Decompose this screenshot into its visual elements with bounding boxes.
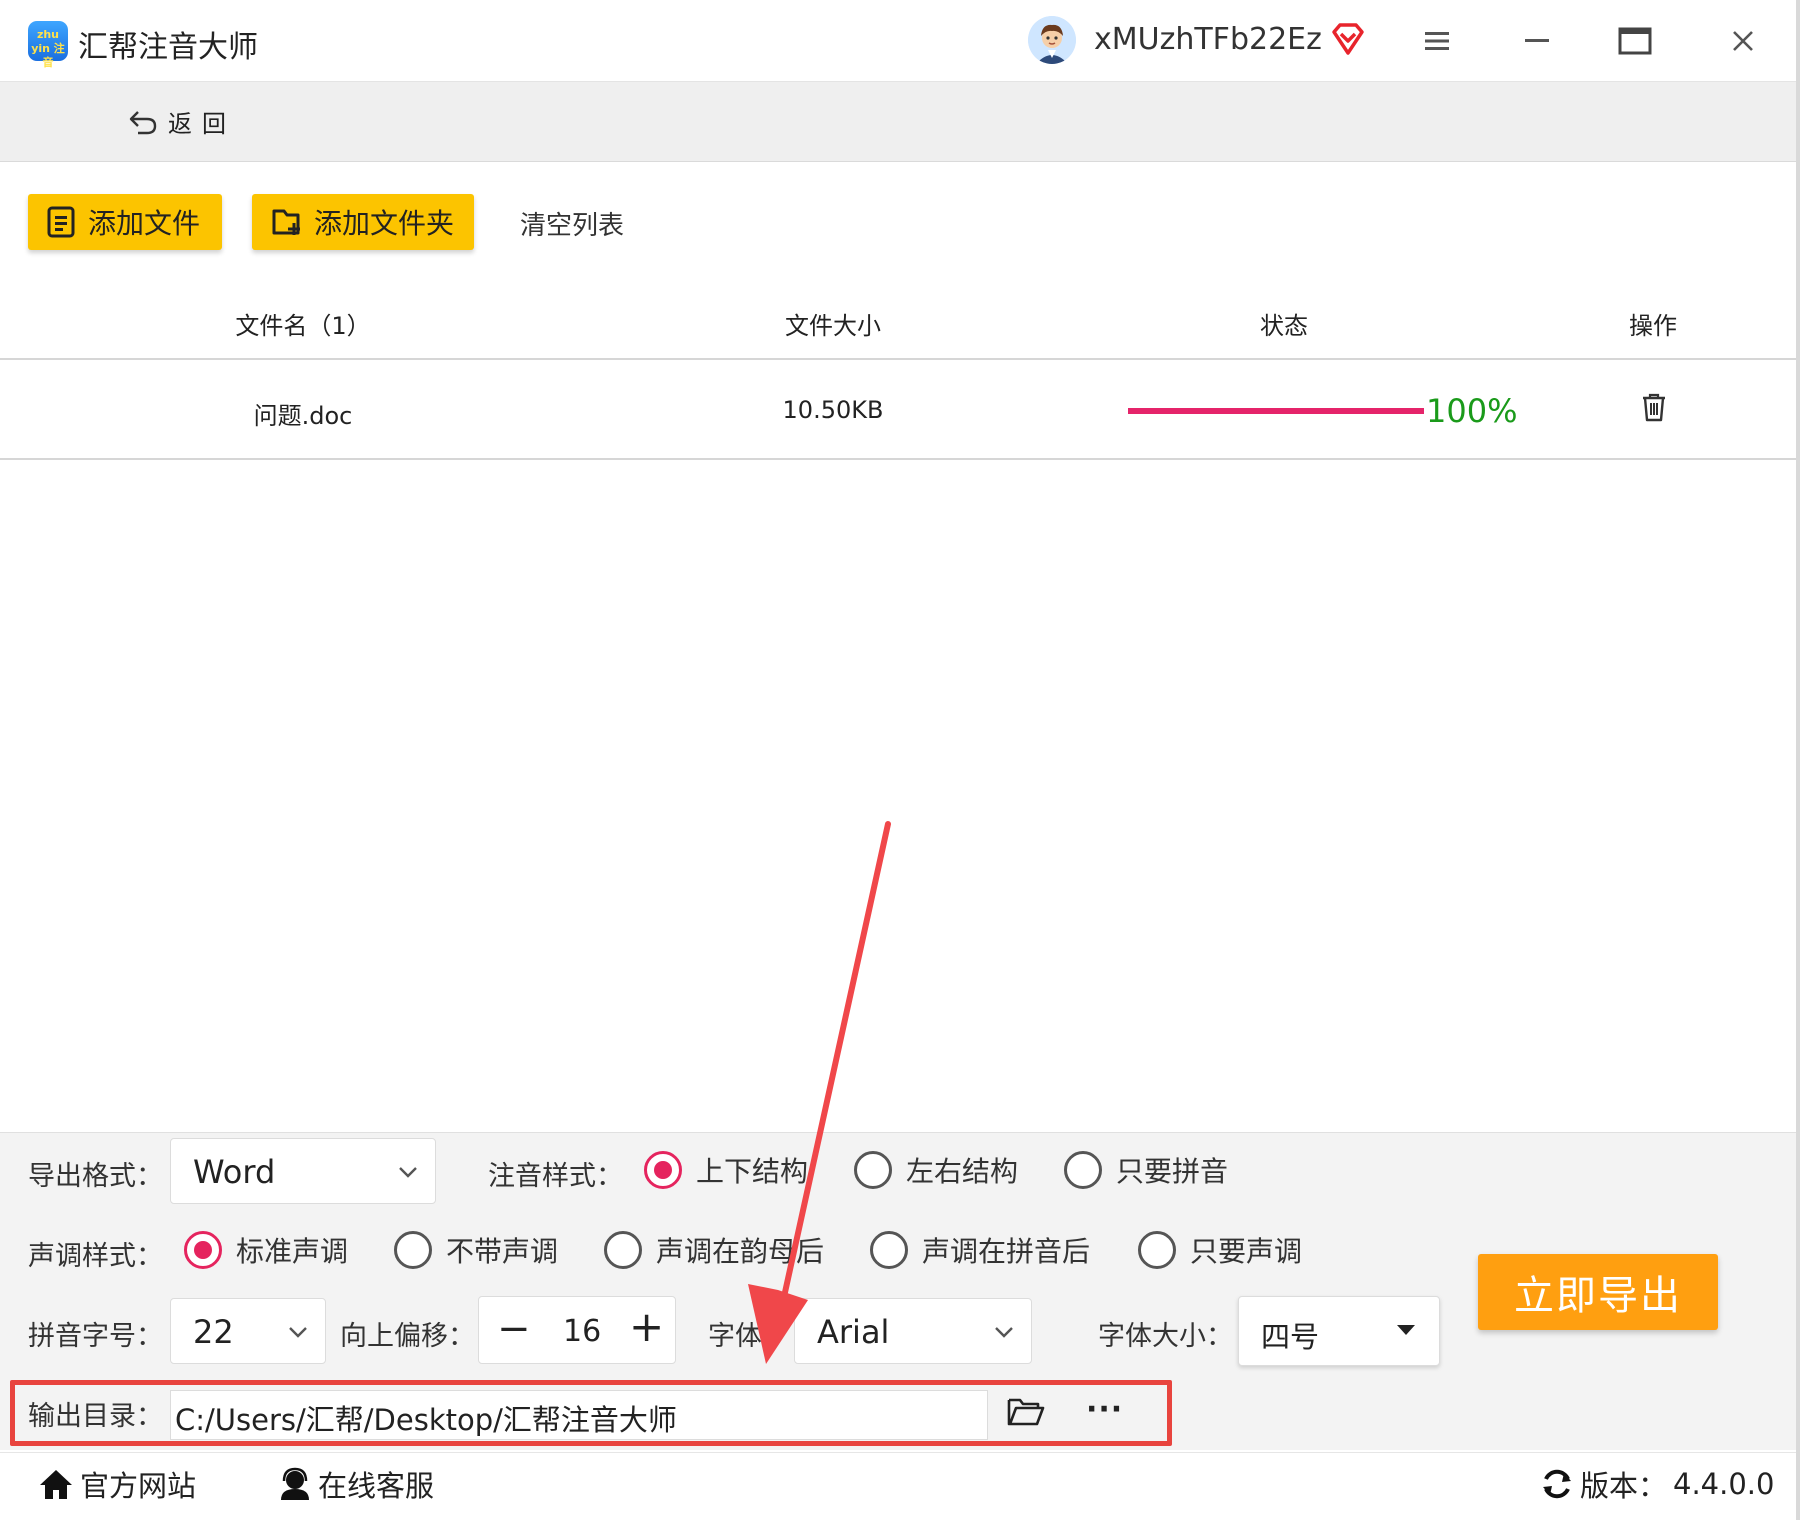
- annotation-arrow: [748, 821, 891, 1364]
- footer-bar: 官方网站 在线客服 版本： 4.4.0.0: [0, 1452, 1796, 1520]
- online-support-label: 在线客服: [318, 1469, 435, 1503]
- home-icon: [40, 1470, 72, 1499]
- window-border: [1796, 0, 1800, 1520]
- app-window: zhu yin 注音 汇帮注音大师 xMUzhTFb22Ez 返回 添加文件 添…: [0, 0, 1800, 1520]
- online-support-link[interactable]: 在线客服: [278, 1463, 434, 1505]
- official-website-label: 官方网站: [80, 1469, 197, 1503]
- official-website-link[interactable]: 官方网站: [38, 1463, 196, 1505]
- version-value: 4.4.0.0: [1673, 1467, 1775, 1501]
- version-info[interactable]: 版本： 4.4.0.0: [1540, 1463, 1774, 1505]
- refresh-icon: [1543, 1469, 1571, 1499]
- version-label: 版本：: [1580, 1469, 1668, 1503]
- support-icon: [281, 1467, 309, 1500]
